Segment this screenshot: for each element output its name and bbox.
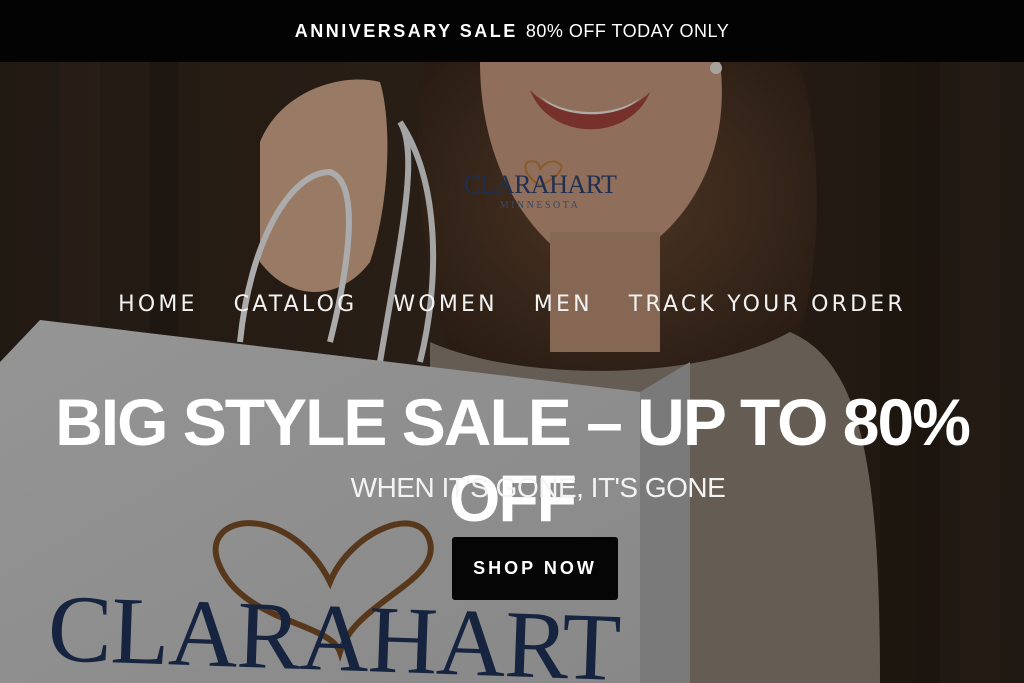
nav-home[interactable]: HOME — [118, 292, 198, 317]
shop-now-button[interactable]: SHOP NOW — [452, 537, 618, 600]
site-logo[interactable]: CLARAHART MINNESOTA — [460, 158, 620, 218]
nav-catalog[interactable]: CATALOG — [234, 292, 358, 317]
nav-track-order[interactable]: TRACK YOUR ORDER — [629, 292, 906, 317]
logo-subtitle: MINNESOTA — [499, 200, 581, 211]
hero-headline: BIG STYLE SALE – UP TO 80% OFF — [55, 385, 971, 535]
nav-women[interactable]: WOMEN — [393, 292, 497, 317]
announcement-bar: ANNIVERSARY SALE 80% OFF TODAY ONLY — [0, 0, 1024, 62]
hero-subheadline: WHEN IT'S GONE, IT'S GONE — [350, 472, 726, 503]
announcement-rest-text: 80% OFF TODAY ONLY — [525, 20, 730, 41]
main-nav: HOME CATALOG WOMEN MEN TRACK YOUR ORDER — [0, 292, 1024, 317]
nav-men[interactable]: MEN — [534, 292, 593, 317]
announcement-strong-text: ANNIVERSARY SALE — [294, 20, 518, 41]
logo-name: CLARAHART — [463, 170, 617, 199]
hero-banner: CLARAHART CLARAHART MINNESOTA HOME CATAL… — [0, 62, 1024, 683]
